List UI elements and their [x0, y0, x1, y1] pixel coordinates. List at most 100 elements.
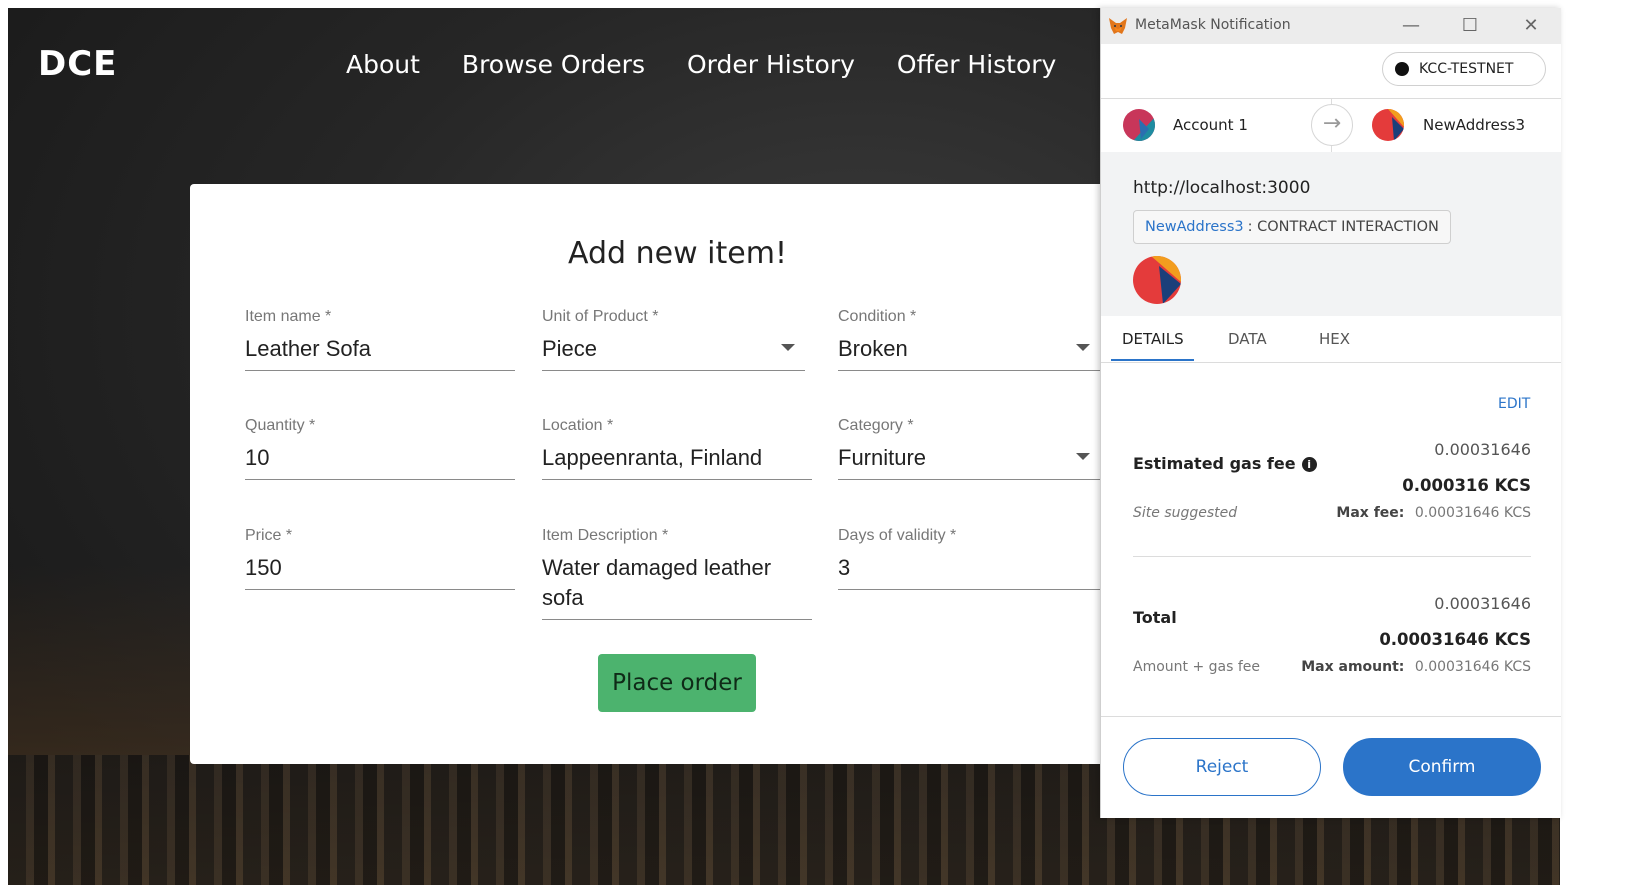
contract-interaction-chip: NewAddress3 : CONTRACT INTERACTION: [1133, 210, 1451, 244]
confirm-button[interactable]: Confirm: [1343, 738, 1541, 796]
description-underline: [542, 619, 812, 620]
details-tabs: DETAILS DATA HEX: [1101, 316, 1561, 363]
total-sublabel: Amount + gas fee: [1133, 659, 1261, 675]
network-status-dot-icon: [1395, 62, 1409, 76]
tab-details[interactable]: DETAILS: [1122, 330, 1184, 348]
total-kcs: 0.00031646 KCS: [1379, 630, 1531, 649]
description-value: Water damaged leather sofa: [542, 553, 812, 613]
minimize-icon[interactable]: —: [1399, 14, 1423, 38]
jazzicon-icon: [1372, 109, 1404, 141]
quantity-value: 10: [245, 445, 270, 470]
location-underline: [542, 479, 812, 480]
unit-select[interactable]: Unit of Product * Piece: [542, 308, 805, 372]
gas-max-fee-value: 0.00031646 KCS: [1414, 505, 1531, 521]
quantity-label: Quantity *: [245, 417, 316, 434]
section-divider: [1133, 556, 1531, 557]
total-value: 0.00031646: [1434, 594, 1531, 613]
location-value: Lappeenranta, Finland: [542, 445, 763, 470]
tab-data[interactable]: DATA: [1228, 330, 1267, 348]
tab-hex[interactable]: HEX: [1319, 330, 1350, 348]
gas-fee-label: Estimated gas fee i: [1133, 454, 1317, 473]
price-underline: [245, 589, 515, 590]
nav-about-link[interactable]: About: [346, 50, 420, 79]
description-label: Item Description *: [542, 527, 669, 544]
edit-gas-link[interactable]: EDIT: [1498, 396, 1530, 412]
metamask-window-title: MetaMask Notification: [1135, 17, 1291, 33]
category-select[interactable]: Category * Furniture: [838, 417, 1100, 481]
from-account-avatar: [1123, 109, 1155, 141]
description-field[interactable]: Item Description * Water damaged leather…: [542, 527, 812, 621]
gas-max-fee-label: Max fee:: [1336, 505, 1405, 521]
nav-order-history-link[interactable]: Order History: [687, 50, 855, 79]
gas-fee-value: 0.00031646: [1434, 440, 1531, 459]
category-value: Furniture: [838, 445, 927, 470]
location-field[interactable]: Location * Lappeenranta, Finland: [542, 417, 812, 481]
from-account-name: Account 1: [1173, 116, 1248, 134]
interaction-address[interactable]: NewAddress3: [1145, 219, 1244, 235]
unit-value: Piece: [542, 336, 598, 361]
item-name-field[interactable]: Item name * Leather Sofa: [245, 308, 515, 372]
quantity-field[interactable]: Quantity * 10: [245, 417, 515, 481]
add-item-card: Add new item! Item name * Leather Sofa U…: [190, 184, 1150, 764]
origin-section: http://localhost:3000 NewAddress3 : CONT…: [1101, 152, 1561, 316]
chevron-down-icon[interactable]: [781, 344, 795, 351]
footer-divider: [1101, 716, 1561, 717]
price-value: 150: [245, 555, 282, 580]
item-name-underline: [245, 370, 515, 371]
condition-value: Broken: [838, 336, 908, 361]
place-order-button[interactable]: Place order: [598, 654, 756, 712]
total-label: Total: [1133, 608, 1177, 627]
network-name: KCC-TESTNET: [1419, 61, 1514, 77]
to-account-name: NewAddress3: [1423, 116, 1525, 134]
info-icon[interactable]: i: [1301, 457, 1317, 472]
category-underline: [838, 479, 1100, 480]
price-field[interactable]: Price * 150: [245, 527, 515, 591]
metamask-fox-icon: [1109, 18, 1127, 34]
gas-fee-kcs: 0.000316 KCS: [1402, 476, 1531, 495]
interaction-type: : CONTRACT INTERACTION: [1247, 219, 1439, 235]
location-label: Location *: [542, 417, 614, 434]
category-label: Category *: [838, 417, 914, 434]
item-name-value: Leather Sofa: [245, 336, 371, 361]
quantity-underline: [245, 479, 515, 480]
maximize-icon[interactable]: ☐: [1458, 14, 1482, 38]
account-row: Account 1 → NewAddress3: [1101, 98, 1561, 153]
app-logo[interactable]: DCE: [38, 44, 117, 84]
network-row: KCC-TESTNET: [1101, 44, 1561, 99]
total-max-amount: Max amount: 0.00031646 KCS: [1301, 659, 1531, 675]
gas-fee-sublabel: Site suggested: [1133, 505, 1238, 521]
total-max-amount-value: 0.00031646 KCS: [1414, 659, 1531, 675]
jazzicon-icon: [1133, 256, 1181, 304]
condition-label: Condition *: [838, 308, 917, 325]
recipient-avatar: [1133, 256, 1181, 304]
reject-button[interactable]: Reject: [1123, 738, 1321, 796]
main-nav: About Browse Orders Order History Offer …: [346, 50, 1056, 79]
origin-url: http://localhost:3000: [1133, 178, 1311, 198]
price-label: Price *: [245, 527, 293, 544]
validity-value: 3: [838, 555, 851, 580]
item-name-label: Item name *: [245, 308, 332, 325]
condition-select[interactable]: Condition * Broken: [838, 308, 1100, 372]
gas-fee-label-text: Estimated gas fee: [1133, 454, 1296, 473]
condition-underline: [838, 370, 1100, 371]
network-selector[interactable]: KCC-TESTNET: [1382, 52, 1546, 86]
unit-label: Unit of Product *: [542, 308, 659, 325]
jazzicon-icon: [1123, 109, 1155, 141]
to-account-avatar: [1372, 109, 1404, 141]
form-title: Add new item!: [568, 236, 787, 271]
active-tab-indicator: [1111, 359, 1194, 361]
chevron-down-icon[interactable]: [1076, 453, 1090, 460]
arrow-right-icon: →: [1311, 104, 1353, 146]
chevron-down-icon[interactable]: [1076, 344, 1090, 351]
validity-underline: [838, 589, 1100, 590]
nav-browse-orders-link[interactable]: Browse Orders: [462, 50, 645, 79]
unit-underline: [542, 370, 805, 371]
metamask-window: MetaMask Notification — ☐ ✕ KCC-TESTNET …: [1100, 8, 1561, 818]
nav-offer-history-link[interactable]: Offer History: [897, 50, 1056, 79]
total-max-amount-label: Max amount:: [1301, 659, 1405, 675]
validity-field[interactable]: Days of validity * 3: [838, 527, 1100, 591]
description-line-1: Water damaged leather: [542, 555, 772, 580]
validity-label: Days of validity *: [838, 527, 957, 544]
description-line-2: sofa: [542, 585, 584, 610]
close-icon[interactable]: ✕: [1519, 14, 1543, 38]
